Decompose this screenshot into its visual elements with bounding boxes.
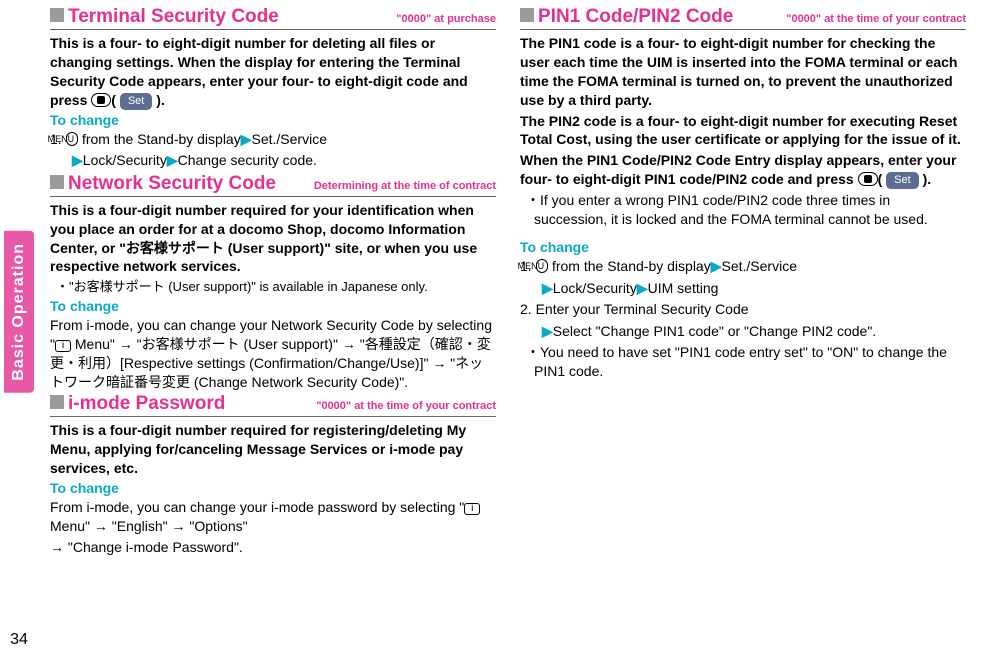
text: From i-mode, you can change your i-mode …	[50, 499, 464, 515]
step-cont: ▶Lock/Security▶UIM setting	[520, 279, 966, 299]
step-text: from the Stand-by display	[78, 131, 241, 147]
text: ).	[923, 171, 932, 187]
to-change-label: To change	[50, 480, 496, 496]
i-menu-icon: ｉ	[464, 503, 480, 515]
arrow-icon: ▶	[167, 152, 178, 168]
section-header-imode: i-mode Password "0000" at the time of yo…	[50, 394, 496, 417]
step-text: Set./Service	[252, 131, 327, 147]
side-tab: Basic Operation 34	[0, 0, 38, 663]
section-sub: "0000" at the time of your contract	[316, 400, 496, 412]
square-bullet-icon	[520, 8, 534, 22]
to-change-label: To change	[520, 239, 966, 255]
to-change-label: To change	[50, 298, 496, 314]
desc-text: This is a four- to eight-digit number fo…	[50, 35, 468, 108]
bullet-note: ・"お客様サポート (User support)" is available i…	[56, 278, 496, 296]
text: Menu" → "English" → "Options"	[50, 518, 248, 534]
arrow-icon: ▶	[542, 280, 553, 296]
right-column: PIN1 Code/PIN2 Code "0000" at the time o…	[508, 0, 978, 663]
content-area: Terminal Security Code "0000" at purchas…	[38, 0, 1003, 663]
description: The PIN2 code is a four- to eight-digit …	[520, 112, 966, 150]
bullet-note: ・If you enter a wrong PIN1 code/PIN2 cod…	[526, 191, 966, 229]
section-sub: Determining at the time of contract	[314, 180, 496, 192]
step: 1. MENU from the Stand-by display▶Set./S…	[50, 130, 496, 150]
description: This is a four-digit number required for…	[50, 421, 496, 478]
set-button-graphic: Set	[886, 172, 919, 189]
arrow-icon: ▶	[711, 258, 722, 274]
section-tab: Basic Operation	[4, 231, 34, 393]
body-text: From i-mode, you can change your i-mode …	[50, 498, 496, 536]
step-text: Select "Change PIN1 code" or "Change PIN…	[553, 323, 876, 339]
description: When the PIN1 Code/PIN2 Code Entry displ…	[520, 151, 966, 189]
arrow-icon: ▶	[542, 323, 553, 339]
to-change-label: To change	[50, 112, 496, 128]
description: This is a four- to eight-digit number fo…	[50, 34, 496, 110]
step: 2. Enter your Terminal Security Code	[520, 300, 966, 320]
text: Menu" → "お客様サポート (User support)" → "各種設定…	[50, 336, 491, 390]
section-sub: "0000" at the time of your contract	[786, 13, 966, 25]
page-number: 34	[10, 623, 28, 655]
menu-key-icon: MENU	[66, 132, 79, 146]
square-bullet-icon	[50, 175, 64, 189]
section-header-pin: PIN1 Code/PIN2 Code "0000" at the time o…	[520, 7, 966, 30]
section-header-network: Network Security Code Determining at the…	[50, 174, 496, 197]
arrow-icon: ▶	[637, 280, 648, 296]
section-header-terminal: Terminal Security Code "0000" at purchas…	[50, 7, 496, 30]
body-text: → "Change i-mode Password".	[50, 538, 496, 557]
arrow-icon: ▶	[72, 152, 83, 168]
step: 1. MENU from the Stand-by display▶Set./S…	[520, 257, 966, 277]
manual-page: Basic Operation 34 Terminal Security Cod…	[0, 0, 1003, 663]
section-title: i-mode Password	[68, 394, 316, 414]
description: The PIN1 code is a four- to eight-digit …	[520, 34, 966, 110]
section-title: PIN1 Code/PIN2 Code	[538, 7, 786, 27]
step-text: Change security code.	[178, 152, 317, 168]
center-key-icon	[858, 172, 878, 186]
section-title: Network Security Code	[68, 174, 314, 194]
description: This is a four-digit number required for…	[50, 201, 496, 277]
step-text: from the Stand-by display	[548, 258, 711, 274]
square-bullet-icon	[50, 8, 64, 22]
square-bullet-icon	[50, 395, 64, 409]
step-cont: ▶Select "Change PIN1 code" or "Change PI…	[520, 322, 966, 342]
desc-post: ).	[156, 92, 165, 108]
section-sub: "0000" at purchase	[396, 13, 496, 25]
step-text: UIM setting	[648, 280, 719, 296]
step-text: Lock/Security	[83, 152, 167, 168]
arrow-icon: ▶	[241, 131, 252, 147]
left-column: Terminal Security Code "0000" at purchas…	[38, 0, 508, 663]
bullet-note: ・You need to have set "PIN1 code entry s…	[526, 343, 966, 381]
step-cont: ▶Lock/Security▶Change security code.	[50, 151, 496, 171]
center-key-icon	[91, 93, 111, 107]
set-button-graphic: Set	[120, 93, 153, 110]
i-menu-icon: ｉ	[55, 340, 71, 352]
step-text: Lock/Security	[553, 280, 637, 296]
step-text: Set./Service	[722, 258, 797, 274]
menu-key-icon: MENU	[536, 259, 549, 273]
section-title: Terminal Security Code	[68, 7, 396, 27]
body-text: From i-mode, you can change your Network…	[50, 316, 496, 392]
